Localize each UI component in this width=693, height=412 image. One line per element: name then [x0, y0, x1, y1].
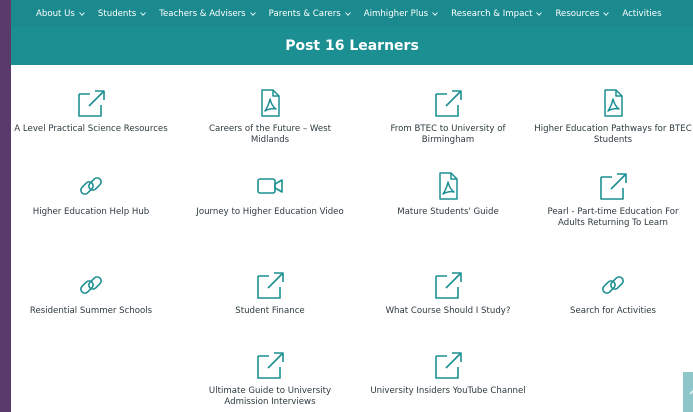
- external-link-icon: [257, 352, 284, 379]
- resource-label: Ultimate Guide to University Admission I…: [208, 386, 332, 407]
- external-link-icon: [435, 90, 462, 117]
- resource-label: Careers of the Future – West Midlands: [208, 124, 332, 145]
- pdf-icon: [604, 89, 623, 117]
- page-banner: Post 16 Learners: [11, 27, 693, 65]
- nav-teachers-advisers[interactable]: Teachers & Advisers: [159, 8, 256, 19]
- resource-card[interactable]: Mature Students' Guide: [368, 171, 528, 218]
- chevron-up-icon: [689, 389, 693, 395]
- nav-aimhigher-plus[interactable]: Aimhigher Plus: [364, 9, 438, 19]
- resource-card[interactable]: Search for Activities: [533, 270, 693, 317]
- nav-students[interactable]: Students: [97, 8, 147, 19]
- nav-research-impact[interactable]: Research & Impact: [451, 8, 543, 19]
- external-link-icon: [257, 272, 284, 299]
- nav-label: Students: [97, 8, 137, 19]
- resource-card[interactable]: Higher Education Pathways for BTEC Stude…: [533, 88, 693, 146]
- pdf-icon: [261, 89, 280, 117]
- external-link-icon: [435, 272, 462, 299]
- nav-about-us[interactable]: About Us: [36, 9, 85, 19]
- resource-label: A Level Practical Science Resources: [14, 124, 168, 134]
- resource-card[interactable]: A Level Practical Science Resources: [11, 88, 171, 135]
- nav-parents-carers[interactable]: Parents & Carers: [269, 9, 351, 19]
- external-link-icon: [435, 352, 462, 379]
- external-link-icon: [78, 90, 105, 117]
- resource-card[interactable]: Higher Education Help Hub: [11, 171, 171, 218]
- resource-label: Residential Summer Schools: [29, 306, 153, 316]
- nav-label: Teachers & Advisers: [159, 8, 246, 19]
- resource-card[interactable]: Residential Summer Schools: [11, 270, 171, 317]
- scroll-to-top-button[interactable]: [683, 372, 693, 412]
- resource-label: Higher Education Pathways for BTEC Stude…: [534, 124, 692, 145]
- video-icon: [257, 178, 283, 194]
- chevron-down-icon: [432, 11, 438, 16]
- nav-label: Research & Impact: [451, 8, 533, 19]
- chevron-down-icon: [344, 11, 351, 16]
- resource-card[interactable]: Pearl - Part-time Education For Adults R…: [533, 171, 693, 229]
- resource-card[interactable]: Careers of the Future – West Midlands: [190, 88, 350, 146]
- main-nav: About Us Students Teachers & Advisers Pa…: [11, 0, 693, 27]
- resource-label: Journey to Higher Education Video: [196, 207, 344, 217]
- resource-label: Mature Students' Guide: [397, 207, 499, 217]
- nav-label: Resources: [555, 8, 600, 19]
- nav-activities[interactable]: Activities: [622, 9, 661, 19]
- resource-label: University Insiders YouTube Channel: [370, 386, 526, 396]
- page: About Us Students Teachers & Advisers Pa…: [11, 0, 693, 412]
- nav-label: Activities: [622, 8, 662, 19]
- resource-label: Pearl - Part-time Education For Adults R…: [547, 207, 679, 228]
- resource-label: Higher Education Help Hub: [32, 207, 150, 217]
- external-link-icon: [600, 173, 627, 200]
- nav-label: About Us: [36, 8, 75, 19]
- link-icon: [80, 177, 102, 195]
- resource-label: What Course Should I Study?: [385, 306, 511, 316]
- resource-card[interactable]: University Insiders YouTube Channel: [368, 350, 528, 397]
- pdf-icon: [439, 172, 458, 200]
- chevron-down-icon: [536, 11, 543, 16]
- nav-label: Parents & Carers: [268, 8, 341, 19]
- resource-card[interactable]: Journey to Higher Education Video: [190, 171, 350, 218]
- chevron-down-icon: [603, 11, 610, 16]
- resource-card[interactable]: What Course Should I Study?: [368, 270, 528, 317]
- link-icon: [602, 276, 624, 294]
- link-icon: [80, 276, 102, 294]
- resource-label: Student Finance: [235, 306, 305, 316]
- chevron-down-icon: [140, 11, 147, 16]
- nav-label: Aimhigher Plus: [363, 8, 429, 19]
- chevron-down-icon: [79, 11, 85, 16]
- resource-label: Search for Activities: [569, 306, 656, 316]
- page-title: Post 16 Learners: [285, 38, 419, 54]
- resource-card[interactable]: Student Finance: [190, 270, 350, 317]
- resource-label: From BTEC to University of Birmingham: [390, 124, 506, 145]
- resource-card[interactable]: From BTEC to University of Birmingham: [368, 88, 528, 146]
- resource-card[interactable]: Ultimate Guide to University Admission I…: [190, 350, 350, 408]
- chevron-down-icon: [249, 11, 256, 16]
- nav-resources[interactable]: Resources: [555, 8, 610, 19]
